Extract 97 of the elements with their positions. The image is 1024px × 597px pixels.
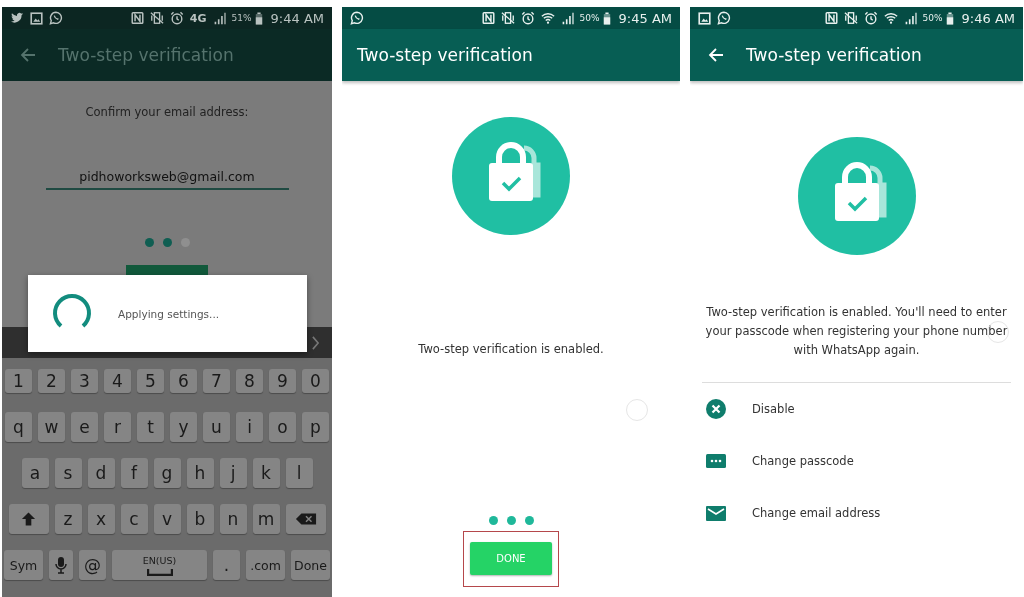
padlock-check-icon (452, 117, 570, 235)
chat-bubble-icon (350, 11, 364, 25)
keyboard-key[interactable]: 6 (170, 369, 197, 393)
status-message: Two-step verification is enabled. (418, 341, 604, 358)
alarm-clock-icon (520, 11, 535, 25)
keyboard-key[interactable]: h (186, 458, 214, 488)
battery-percentage: 51% (231, 13, 252, 23)
keyboard-key[interactable]: t (137, 412, 164, 442)
keyboard-key[interactable]: 5 (137, 369, 164, 393)
keyboard-key[interactable]: @ (79, 550, 106, 580)
keyboard-key[interactable]: v (153, 504, 181, 534)
keyboard-key[interactable]: 7 (203, 369, 230, 393)
dialog-message: Applying settings... (118, 307, 220, 320)
wifi-icon (883, 11, 898, 25)
network-type: 4G (189, 11, 207, 25)
keyboard-key[interactable]: 4 (104, 369, 131, 393)
spacebar-icon (146, 568, 173, 576)
screen-title: Two-step verification (58, 45, 234, 65)
prompt-text: Confirm your email address: (85, 105, 249, 119)
bird-icon (10, 11, 24, 25)
keyboard-key[interactable] (49, 550, 73, 580)
keyboard-key[interactable]: g (153, 458, 181, 488)
email-field[interactable]: pidhoworksweb@gmail.com (45, 167, 289, 190)
close-circle-icon (706, 399, 726, 419)
keyboard-key[interactable]: 9 (269, 369, 296, 393)
keyboard-key[interactable]: c (120, 504, 148, 534)
nfc-icon (481, 11, 495, 25)
keyboard-key[interactable]: p (302, 412, 329, 442)
settings-option[interactable]: Change email address (690, 487, 1023, 539)
keyboard-key[interactable]: q (5, 412, 32, 442)
keyboard-key[interactable]: 1 (5, 369, 32, 393)
vibrate-off-icon (843, 11, 858, 25)
clock-time: 9:44 AM (270, 10, 324, 26)
clock-time: 9:45 AM (618, 10, 672, 26)
keyboard-key[interactable] (285, 504, 326, 534)
keyboard-key[interactable]: l (285, 458, 313, 488)
microphone-icon (55, 556, 67, 574)
chevron-right-icon (311, 335, 320, 350)
keyboard-key[interactable]: b (186, 504, 214, 534)
keyboard-key[interactable]: k (252, 458, 280, 488)
keyboard-key[interactable]: o (269, 412, 296, 442)
envelope-icon (706, 505, 726, 521)
passcode-dots-icon (706, 454, 726, 468)
nfc-icon (130, 11, 144, 25)
status-message: Two-step verification is enabled. You'll need to enter your passcode when registering your phone number with WhatsApp again. (704, 304, 1009, 359)
keyboard-key[interactable]: Sym (4, 550, 43, 580)
keyboard-key[interactable]: r (104, 412, 131, 442)
chat-bubble-icon (49, 11, 63, 25)
battery-icon (945, 11, 954, 25)
keyboard-key[interactable]: a (21, 458, 49, 488)
image-icon (30, 11, 43, 25)
keyboard-key[interactable]: e (71, 412, 98, 442)
keyboard-key[interactable]: 8 (236, 369, 263, 393)
back-arrow-icon[interactable] (20, 47, 36, 63)
battery-percentage: 50% (922, 13, 943, 23)
nfc-icon (824, 11, 838, 25)
keyboard-key[interactable]: Done (291, 550, 330, 580)
screen-title: Two-step verification (746, 45, 922, 65)
chat-bubble-icon (717, 11, 731, 25)
signal-bars-icon (560, 11, 574, 25)
battery-icon (602, 11, 611, 25)
signal-bars-icon (903, 11, 917, 25)
vibrate-off-icon (149, 11, 164, 25)
shift-arrow-icon (21, 511, 36, 527)
keyboard-key[interactable]: m (252, 504, 280, 534)
backspace-icon (294, 512, 317, 526)
screen-title: Two-step verification (357, 45, 533, 65)
keyboard-key[interactable]: d (87, 458, 115, 488)
image-icon (698, 11, 711, 25)
wifi-icon (540, 11, 555, 25)
vibrate-off-icon (500, 11, 515, 25)
keyboard-key[interactable]: y (170, 412, 197, 442)
keyboard-key[interactable]: 2 (38, 369, 65, 393)
padlock-check-icon (797, 137, 916, 255)
keyboard-key[interactable]: j (219, 458, 247, 488)
keyboard-key[interactable]: s (54, 458, 82, 488)
settings-option[interactable]: Disable (690, 383, 1023, 435)
keyboard-key[interactable]: 3 (71, 369, 98, 393)
keyboard-key[interactable]: x (87, 504, 115, 534)
signal-bars-icon (212, 11, 226, 25)
keyboard-key[interactable]: z (54, 504, 82, 534)
battery-icon (254, 11, 263, 25)
keyboard-key[interactable]: . (213, 550, 240, 580)
keyboard-key[interactable]: 0 (302, 369, 329, 393)
keyboard-key[interactable]: .com (246, 550, 285, 580)
settings-option[interactable]: Change passcode (690, 435, 1023, 487)
battery-percentage: 50% (579, 13, 600, 23)
alarm-clock-icon (863, 11, 878, 25)
clock-time: 9:46 AM (961, 10, 1015, 26)
keyboard-key[interactable]: n (219, 504, 247, 534)
keyboard-key[interactable]: f (120, 458, 148, 488)
keyboard-key[interactable] (8, 504, 49, 534)
keyboard-key[interactable]: i (236, 412, 263, 442)
keyboard-key[interactable]: w (38, 412, 65, 442)
keyboard-key[interactable]: u (203, 412, 230, 442)
alarm-clock-icon (169, 11, 184, 25)
keyboard-key[interactable]: EN(US) (112, 550, 207, 580)
